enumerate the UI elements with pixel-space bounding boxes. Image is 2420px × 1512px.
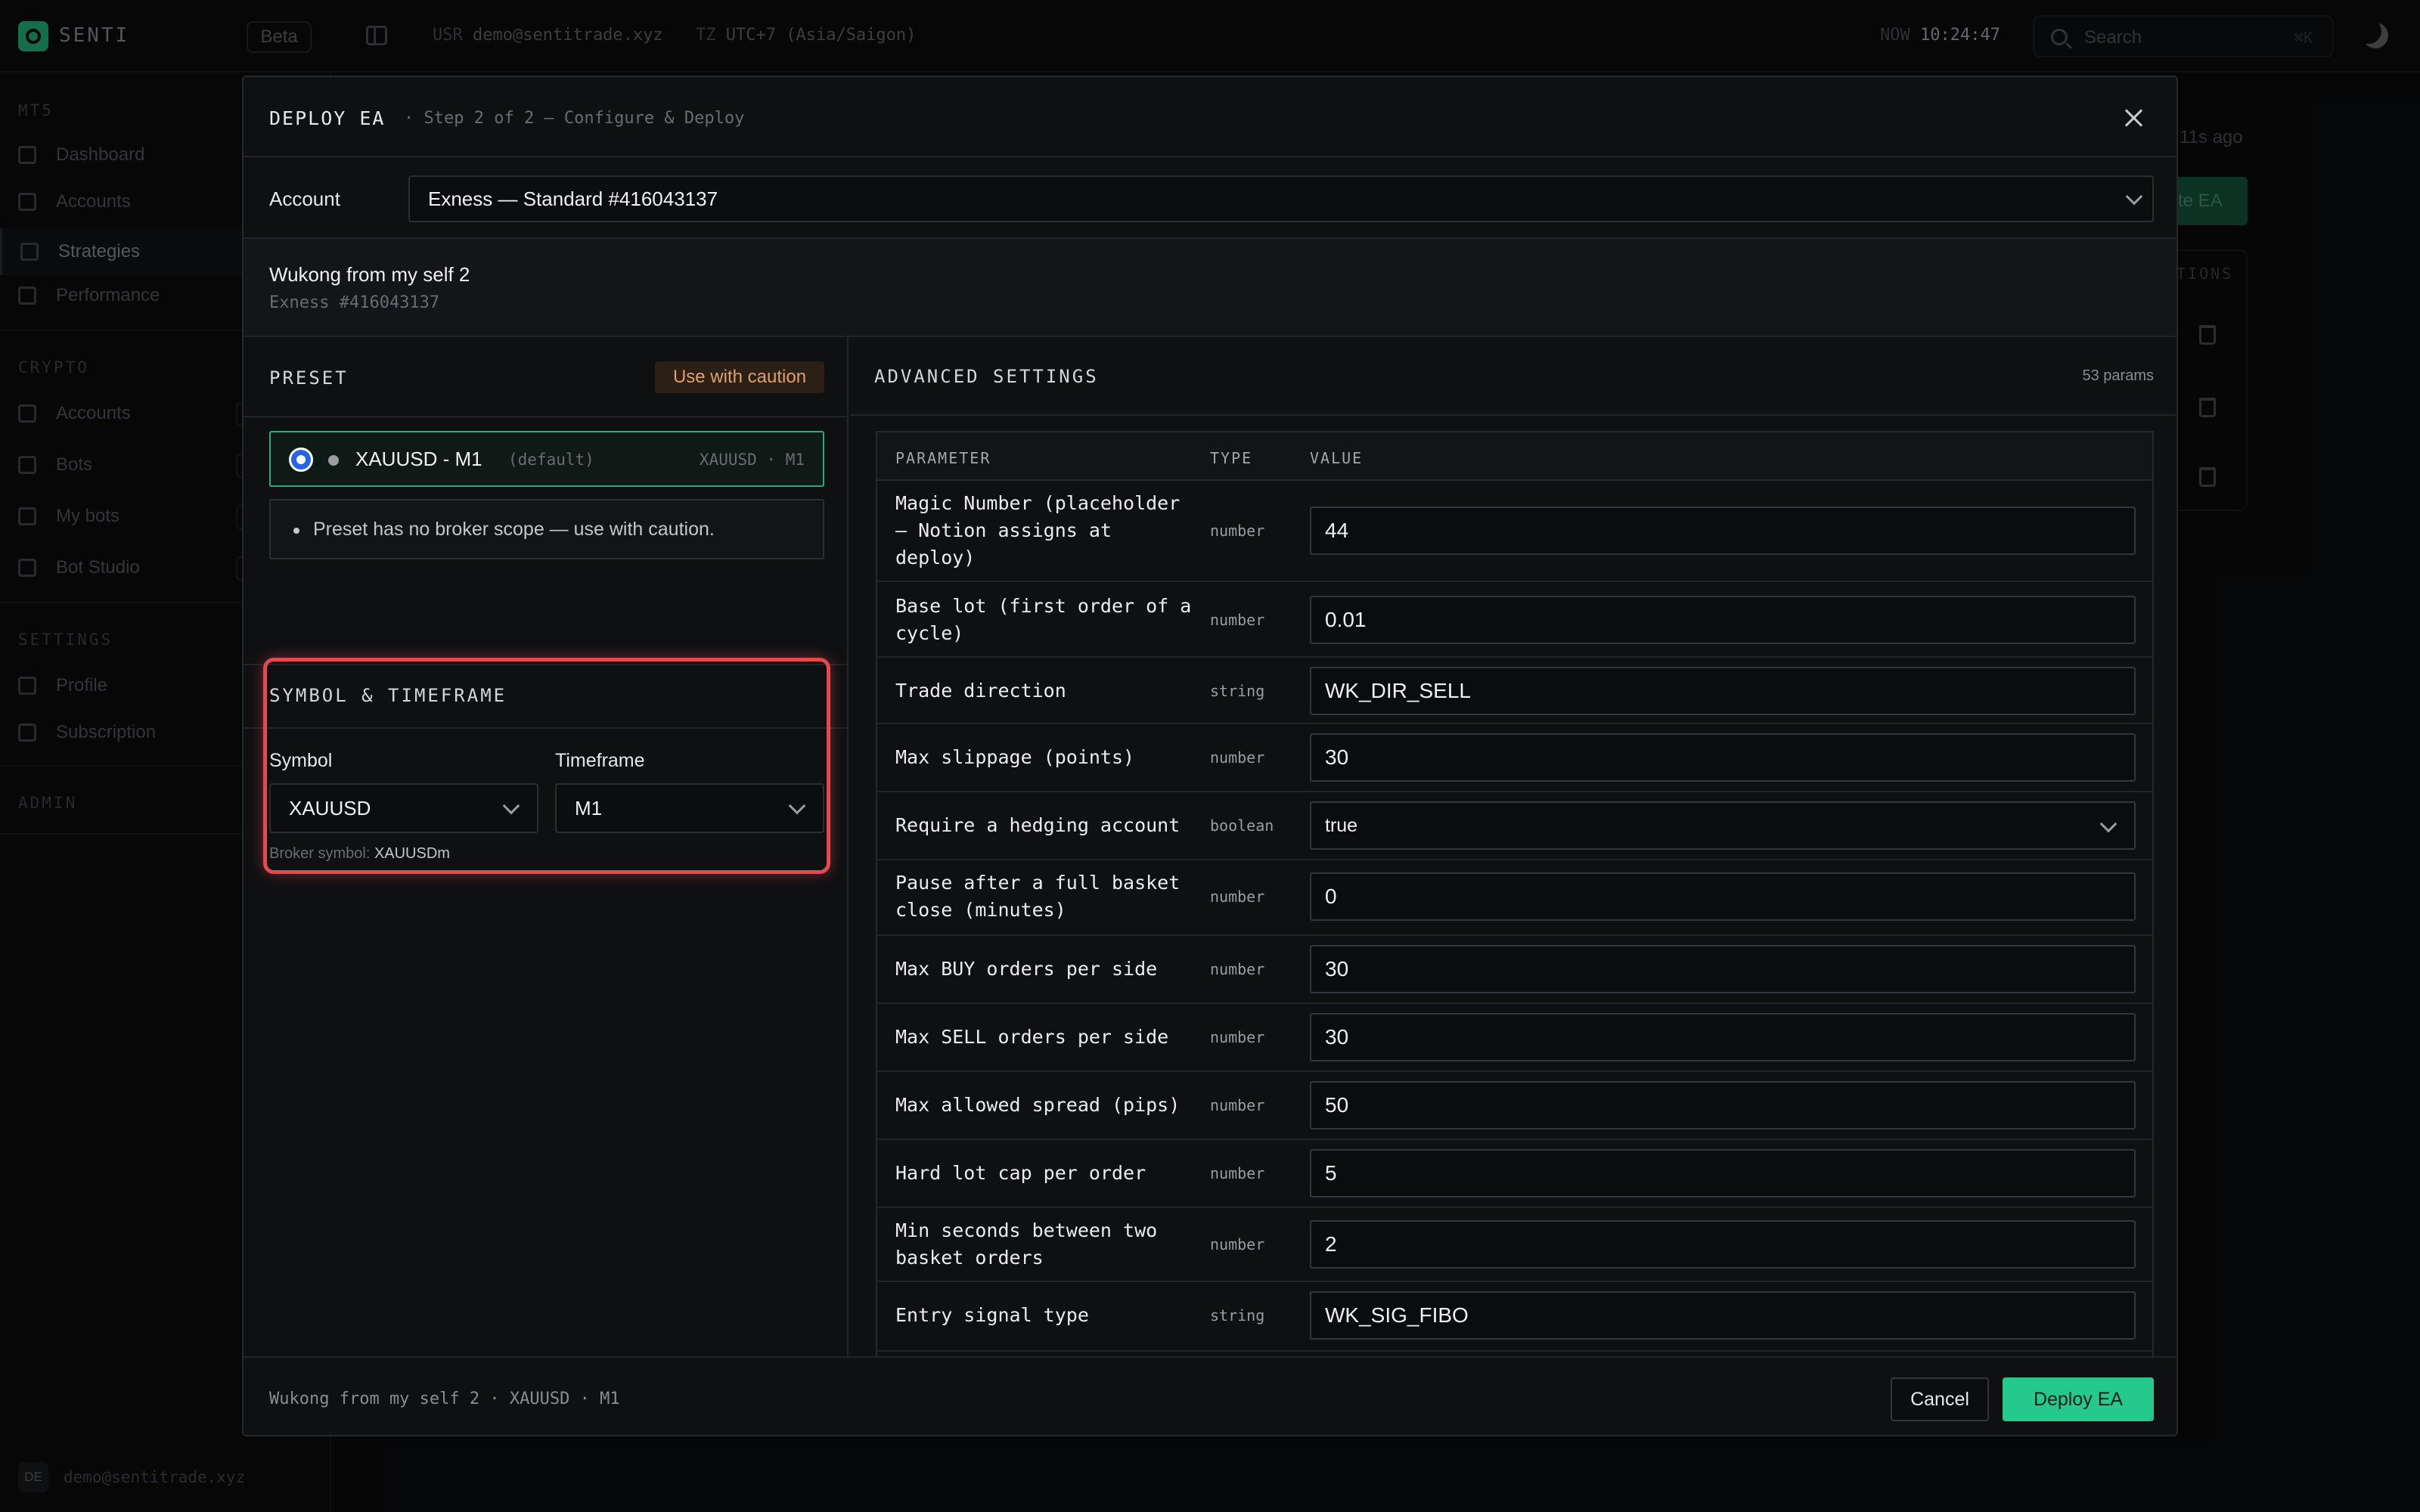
table-row: Max allowed spread (pips) number 50 bbox=[877, 1072, 2152, 1140]
param-value-input[interactable]: 0.01 bbox=[1310, 596, 2136, 644]
modal-title: DEPLOY EA bbox=[269, 107, 386, 129]
param-value-input[interactable]: 30 bbox=[1310, 1013, 2136, 1061]
status-dot-icon bbox=[328, 455, 339, 466]
modal-footer: Wukong from my self 2 · XAUUSD · M1 Canc… bbox=[244, 1356, 2176, 1435]
account-select[interactable]: Exness — Standard #416043137 bbox=[408, 175, 2154, 222]
param-type: string bbox=[1210, 682, 1265, 700]
preset-panel: PRESET Use with caution XAUUSD - M1 (def… bbox=[244, 337, 849, 1359]
table-row: Max BUY orders per side number 30 bbox=[877, 936, 2152, 1004]
advanced-title: ADVANCED SETTINGS bbox=[874, 366, 1099, 387]
strategy-summary: Wukong from my self 2 Exness #416043137 bbox=[244, 239, 2176, 337]
table-row: Min seconds between two basket orders nu… bbox=[877, 1208, 2152, 1282]
param-value-input[interactable]: 50 bbox=[1310, 1081, 2136, 1129]
param-value-input[interactable]: 30 bbox=[1310, 945, 2136, 993]
table-row: Entry signal type string WK_SIG_FIBO bbox=[877, 1282, 2152, 1352]
preset-option[interactable]: XAUUSD - M1 (default) XAUUSD · M1 bbox=[269, 431, 824, 487]
advanced-settings-panel: ADVANCED SETTINGS 53 params PARAMETER TY… bbox=[850, 337, 2176, 1361]
preset-title: PRESET bbox=[269, 367, 349, 389]
param-name: Hard lot cap per order bbox=[895, 1162, 1146, 1184]
table-row: Max SELL orders per side number 30 bbox=[877, 1004, 2152, 1072]
deploy-ea-button[interactable]: Deploy EA bbox=[2003, 1377, 2154, 1421]
param-value-input[interactable]: 5 bbox=[1310, 1149, 2136, 1198]
param-name: Trade direction bbox=[895, 680, 1066, 702]
strategy-account: Exness #416043137 bbox=[269, 293, 440, 312]
table-row: Require a hedging account boolean true bbox=[877, 792, 2152, 860]
table-row: Base lot (first order of a cycle) number… bbox=[877, 582, 2152, 658]
account-select-value: Exness — Standard #416043137 bbox=[428, 187, 718, 210]
caution-badge: Use with caution bbox=[655, 361, 824, 393]
param-name: Entry signal type bbox=[895, 1304, 1089, 1326]
params-count: 53 params bbox=[2082, 367, 2155, 384]
cancel-button[interactable]: Cancel bbox=[1891, 1377, 1989, 1421]
table-row: Max slippage (points) number 30 bbox=[877, 724, 2152, 792]
column-header-type: TYPE bbox=[1210, 449, 1253, 467]
param-type: number bbox=[1210, 888, 1265, 906]
close-icon[interactable] bbox=[2121, 104, 2148, 132]
footer-summary: Wukong from my self 2 · XAUUSD · M1 bbox=[269, 1390, 620, 1408]
account-label: Account bbox=[269, 187, 340, 210]
strategy-name: Wukong from my self 2 bbox=[269, 263, 470, 286]
param-name: Max allowed spread (pips) bbox=[895, 1094, 1181, 1116]
column-header-parameter: PARAMETER bbox=[895, 449, 991, 467]
param-name: Max SELL orders per side bbox=[895, 1026, 1169, 1048]
param-value-input[interactable]: WK_DIR_SELL bbox=[1310, 667, 2136, 715]
highlight-box bbox=[263, 658, 830, 874]
param-type: number bbox=[1210, 1028, 1265, 1046]
param-name: Max slippage (points) bbox=[895, 746, 1135, 768]
param-type: number bbox=[1210, 960, 1265, 978]
modal-subtitle: · Step 2 of 2 — Configure & Deploy bbox=[404, 109, 745, 128]
chevron-down-icon bbox=[2125, 187, 2143, 206]
table-row: Hard lot cap per order number 5 bbox=[877, 1140, 2152, 1208]
table-row: Trade direction string WK_DIR_SELL bbox=[877, 658, 2152, 724]
advanced-divider bbox=[850, 414, 2176, 416]
param-type: number bbox=[1210, 748, 1265, 767]
param-type: number bbox=[1210, 1164, 1265, 1182]
param-type: number bbox=[1210, 522, 1265, 540]
radio-selected-icon[interactable] bbox=[289, 448, 313, 472]
modal-header: DEPLOY EA · Step 2 of 2 — Configure & De… bbox=[244, 77, 2176, 157]
param-name: Pause after a full basket close (minutes… bbox=[895, 872, 1181, 921]
param-name: Min seconds between two basket orders bbox=[895, 1219, 1158, 1269]
column-header-value: VALUE bbox=[1310, 449, 1364, 467]
preset-warning: Preset has no broker scope — use with ca… bbox=[269, 499, 824, 559]
param-type: boolean bbox=[1210, 816, 1274, 835]
table-row: Pause after a full basket close (minutes… bbox=[877, 860, 2152, 936]
param-value-select-text: true bbox=[1325, 814, 1358, 836]
account-row: Account Exness — Standard #416043137 bbox=[244, 157, 2176, 239]
param-value-input[interactable]: 44 bbox=[1310, 507, 2136, 555]
param-value-input[interactable]: 2 bbox=[1310, 1220, 2136, 1269]
param-name: Magic Number (placeholder — Notion assig… bbox=[895, 492, 1181, 569]
param-type: string bbox=[1210, 1306, 1265, 1325]
preset-name: XAUUSD - M1 bbox=[355, 448, 482, 470]
param-type: number bbox=[1210, 1235, 1265, 1253]
param-name: Base lot (first order of a cycle) bbox=[895, 595, 1192, 644]
param-value-input[interactable]: 0 bbox=[1310, 872, 2136, 921]
param-value-select[interactable]: true bbox=[1310, 801, 2136, 850]
param-value-input[interactable]: WK_SIG_FIBO bbox=[1310, 1291, 2136, 1340]
preset-default-tag: (default) bbox=[508, 451, 594, 469]
deploy-ea-modal: DEPLOY EA · Step 2 of 2 — Configure & De… bbox=[242, 76, 2178, 1436]
preset-divider bbox=[244, 416, 847, 417]
preset-scope-tag: XAUUSD · M1 bbox=[699, 451, 805, 469]
param-name: Require a hedging account bbox=[895, 814, 1181, 836]
param-value-input[interactable]: 30 bbox=[1310, 733, 2136, 782]
params-table-header: PARAMETER TYPE VALUE bbox=[877, 432, 2152, 481]
params-table: PARAMETER TYPE VALUE Magic Number (place… bbox=[876, 431, 2154, 1361]
param-type: number bbox=[1210, 1096, 1265, 1114]
param-name: Max BUY orders per side bbox=[895, 958, 1158, 980]
chevron-down-icon bbox=[2099, 815, 2118, 833]
param-type: number bbox=[1210, 611, 1265, 629]
table-row: Magic Number (placeholder — Notion assig… bbox=[877, 481, 2152, 582]
